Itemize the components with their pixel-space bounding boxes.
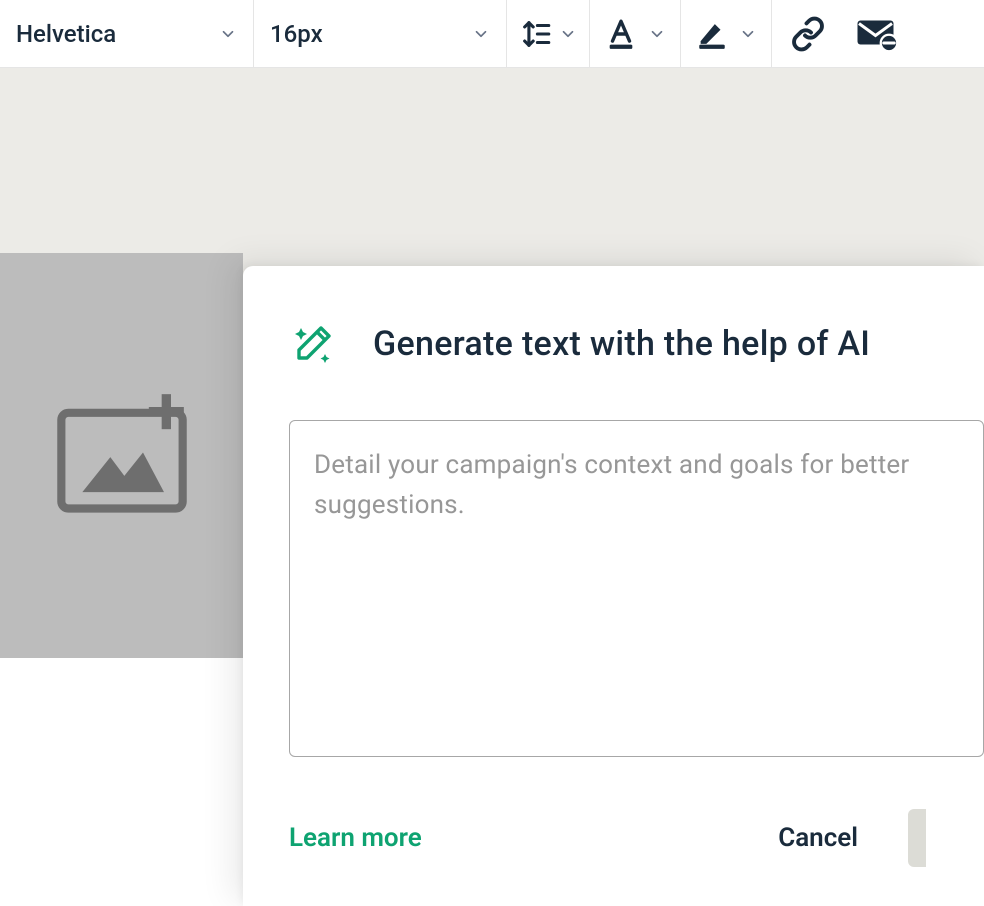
image-add-icon bbox=[52, 391, 192, 521]
editor-toolbar: Helvetica 16px bbox=[0, 0, 984, 68]
prompt-placeholder: Detail your campaign's context and goals… bbox=[314, 445, 959, 526]
link-icon[interactable] bbox=[790, 16, 826, 52]
learn-more-link[interactable]: Learn more bbox=[289, 823, 422, 853]
ai-generate-modal: Generate text with the help of AI Detail… bbox=[243, 266, 984, 906]
highlight-color-button[interactable] bbox=[681, 0, 772, 67]
magic-pencil-icon bbox=[289, 320, 337, 368]
image-placeholder-block[interactable] bbox=[0, 253, 243, 658]
prompt-textarea[interactable]: Detail your campaign's context and goals… bbox=[289, 420, 984, 757]
cancel-button[interactable]: Cancel bbox=[778, 823, 858, 853]
chevron-down-icon bbox=[472, 25, 490, 43]
chevron-down-icon bbox=[648, 25, 666, 43]
font-size-select[interactable]: 16px bbox=[254, 0, 507, 67]
font-family-label: Helvetica bbox=[16, 20, 116, 48]
footer-actions: Cancel bbox=[778, 809, 926, 867]
modal-header: Generate text with the help of AI bbox=[289, 320, 984, 368]
chevron-down-icon bbox=[219, 25, 237, 43]
link-and-mail-group bbox=[772, 0, 916, 67]
modal-title: Generate text with the help of AI bbox=[373, 324, 870, 364]
chevron-down-icon bbox=[559, 25, 577, 43]
mail-unsubscribe-icon[interactable] bbox=[856, 16, 898, 52]
line-height-button[interactable] bbox=[507, 0, 590, 67]
highlighter-icon bbox=[695, 17, 729, 51]
content-area bbox=[0, 658, 243, 906]
text-color-icon bbox=[604, 17, 638, 51]
chevron-down-icon bbox=[739, 25, 757, 43]
text-color-button[interactable] bbox=[590, 0, 681, 67]
line-height-icon bbox=[519, 17, 553, 51]
submit-button-edge[interactable] bbox=[908, 809, 926, 867]
font-family-select[interactable]: Helvetica bbox=[0, 0, 254, 67]
modal-footer: Learn more Cancel bbox=[289, 809, 984, 867]
font-size-label: 16px bbox=[270, 20, 323, 48]
editor-canvas: Generate text with the help of AI Detail… bbox=[0, 68, 984, 838]
